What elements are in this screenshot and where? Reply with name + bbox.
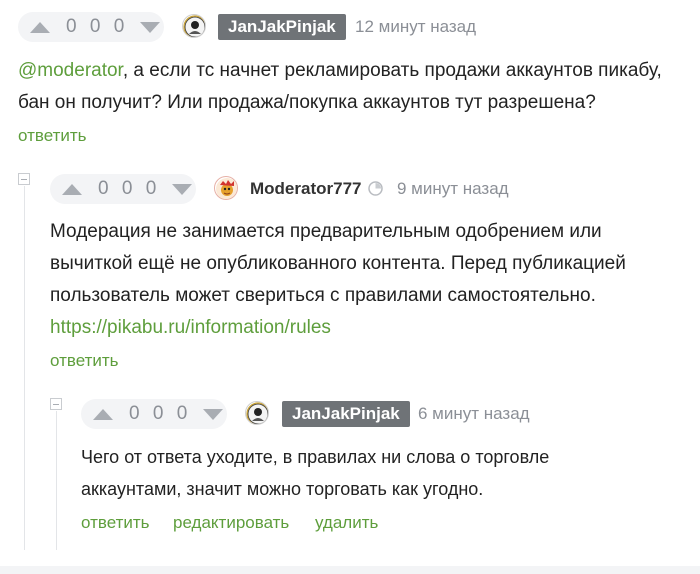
avatar[interactable] bbox=[214, 176, 238, 200]
avatar[interactable] bbox=[245, 401, 269, 425]
vote-block: 0 0 0 bbox=[50, 174, 196, 204]
comment-text: Модерация не занимается предварительным … bbox=[50, 216, 690, 344]
reply-button[interactable]: ответить bbox=[50, 351, 119, 371]
comment-text: Чего от ответа уходите, в правилах ни сл… bbox=[81, 447, 550, 499]
reply-button[interactable]: ответить bbox=[81, 513, 150, 533]
arrow-down-icon[interactable] bbox=[172, 183, 193, 195]
timestamp[interactable]: 9 минут назад bbox=[397, 179, 509, 199]
vote-block: 0 0 0 bbox=[18, 12, 164, 42]
clock-status-icon bbox=[368, 181, 383, 196]
username[interactable]: JanJakPinjak bbox=[282, 401, 410, 427]
mention-link[interactable]: @moderator bbox=[18, 60, 123, 81]
vote-block: 0 0 0 bbox=[81, 399, 227, 429]
avatar[interactable] bbox=[182, 14, 206, 38]
comment-text: @moderator, а если тс начнет рекламирова… bbox=[18, 60, 662, 113]
arrow-up-icon[interactable] bbox=[62, 183, 82, 195]
collapse-icon[interactable] bbox=[18, 173, 30, 185]
reply-button[interactable]: ответить bbox=[18, 126, 87, 146]
username[interactable]: Moderator777 bbox=[250, 179, 361, 199]
timestamp[interactable]: 6 минут назад bbox=[418, 404, 530, 424]
divider bbox=[0, 566, 700, 574]
collapse-icon[interactable] bbox=[50, 398, 62, 410]
vote-score: 0 0 0 bbox=[66, 16, 129, 37]
rules-link[interactable]: https://pikabu.ru/information/rules bbox=[50, 312, 690, 344]
delete-button[interactable]: удалить bbox=[315, 513, 378, 533]
timestamp[interactable]: 12 минут назад bbox=[355, 17, 476, 37]
thread-line bbox=[24, 186, 25, 550]
arrow-up-icon[interactable] bbox=[93, 408, 113, 420]
vote-score: 0 0 0 bbox=[129, 403, 192, 424]
arrow-down-icon[interactable] bbox=[140, 21, 161, 33]
arrow-up-icon[interactable] bbox=[30, 21, 50, 33]
edit-button[interactable]: редактировать bbox=[173, 513, 289, 533]
arrow-down-icon[interactable] bbox=[203, 408, 224, 420]
vote-score: 0 0 0 bbox=[98, 178, 161, 199]
thread-line bbox=[56, 411, 57, 550]
username[interactable]: JanJakPinjak bbox=[218, 14, 346, 40]
